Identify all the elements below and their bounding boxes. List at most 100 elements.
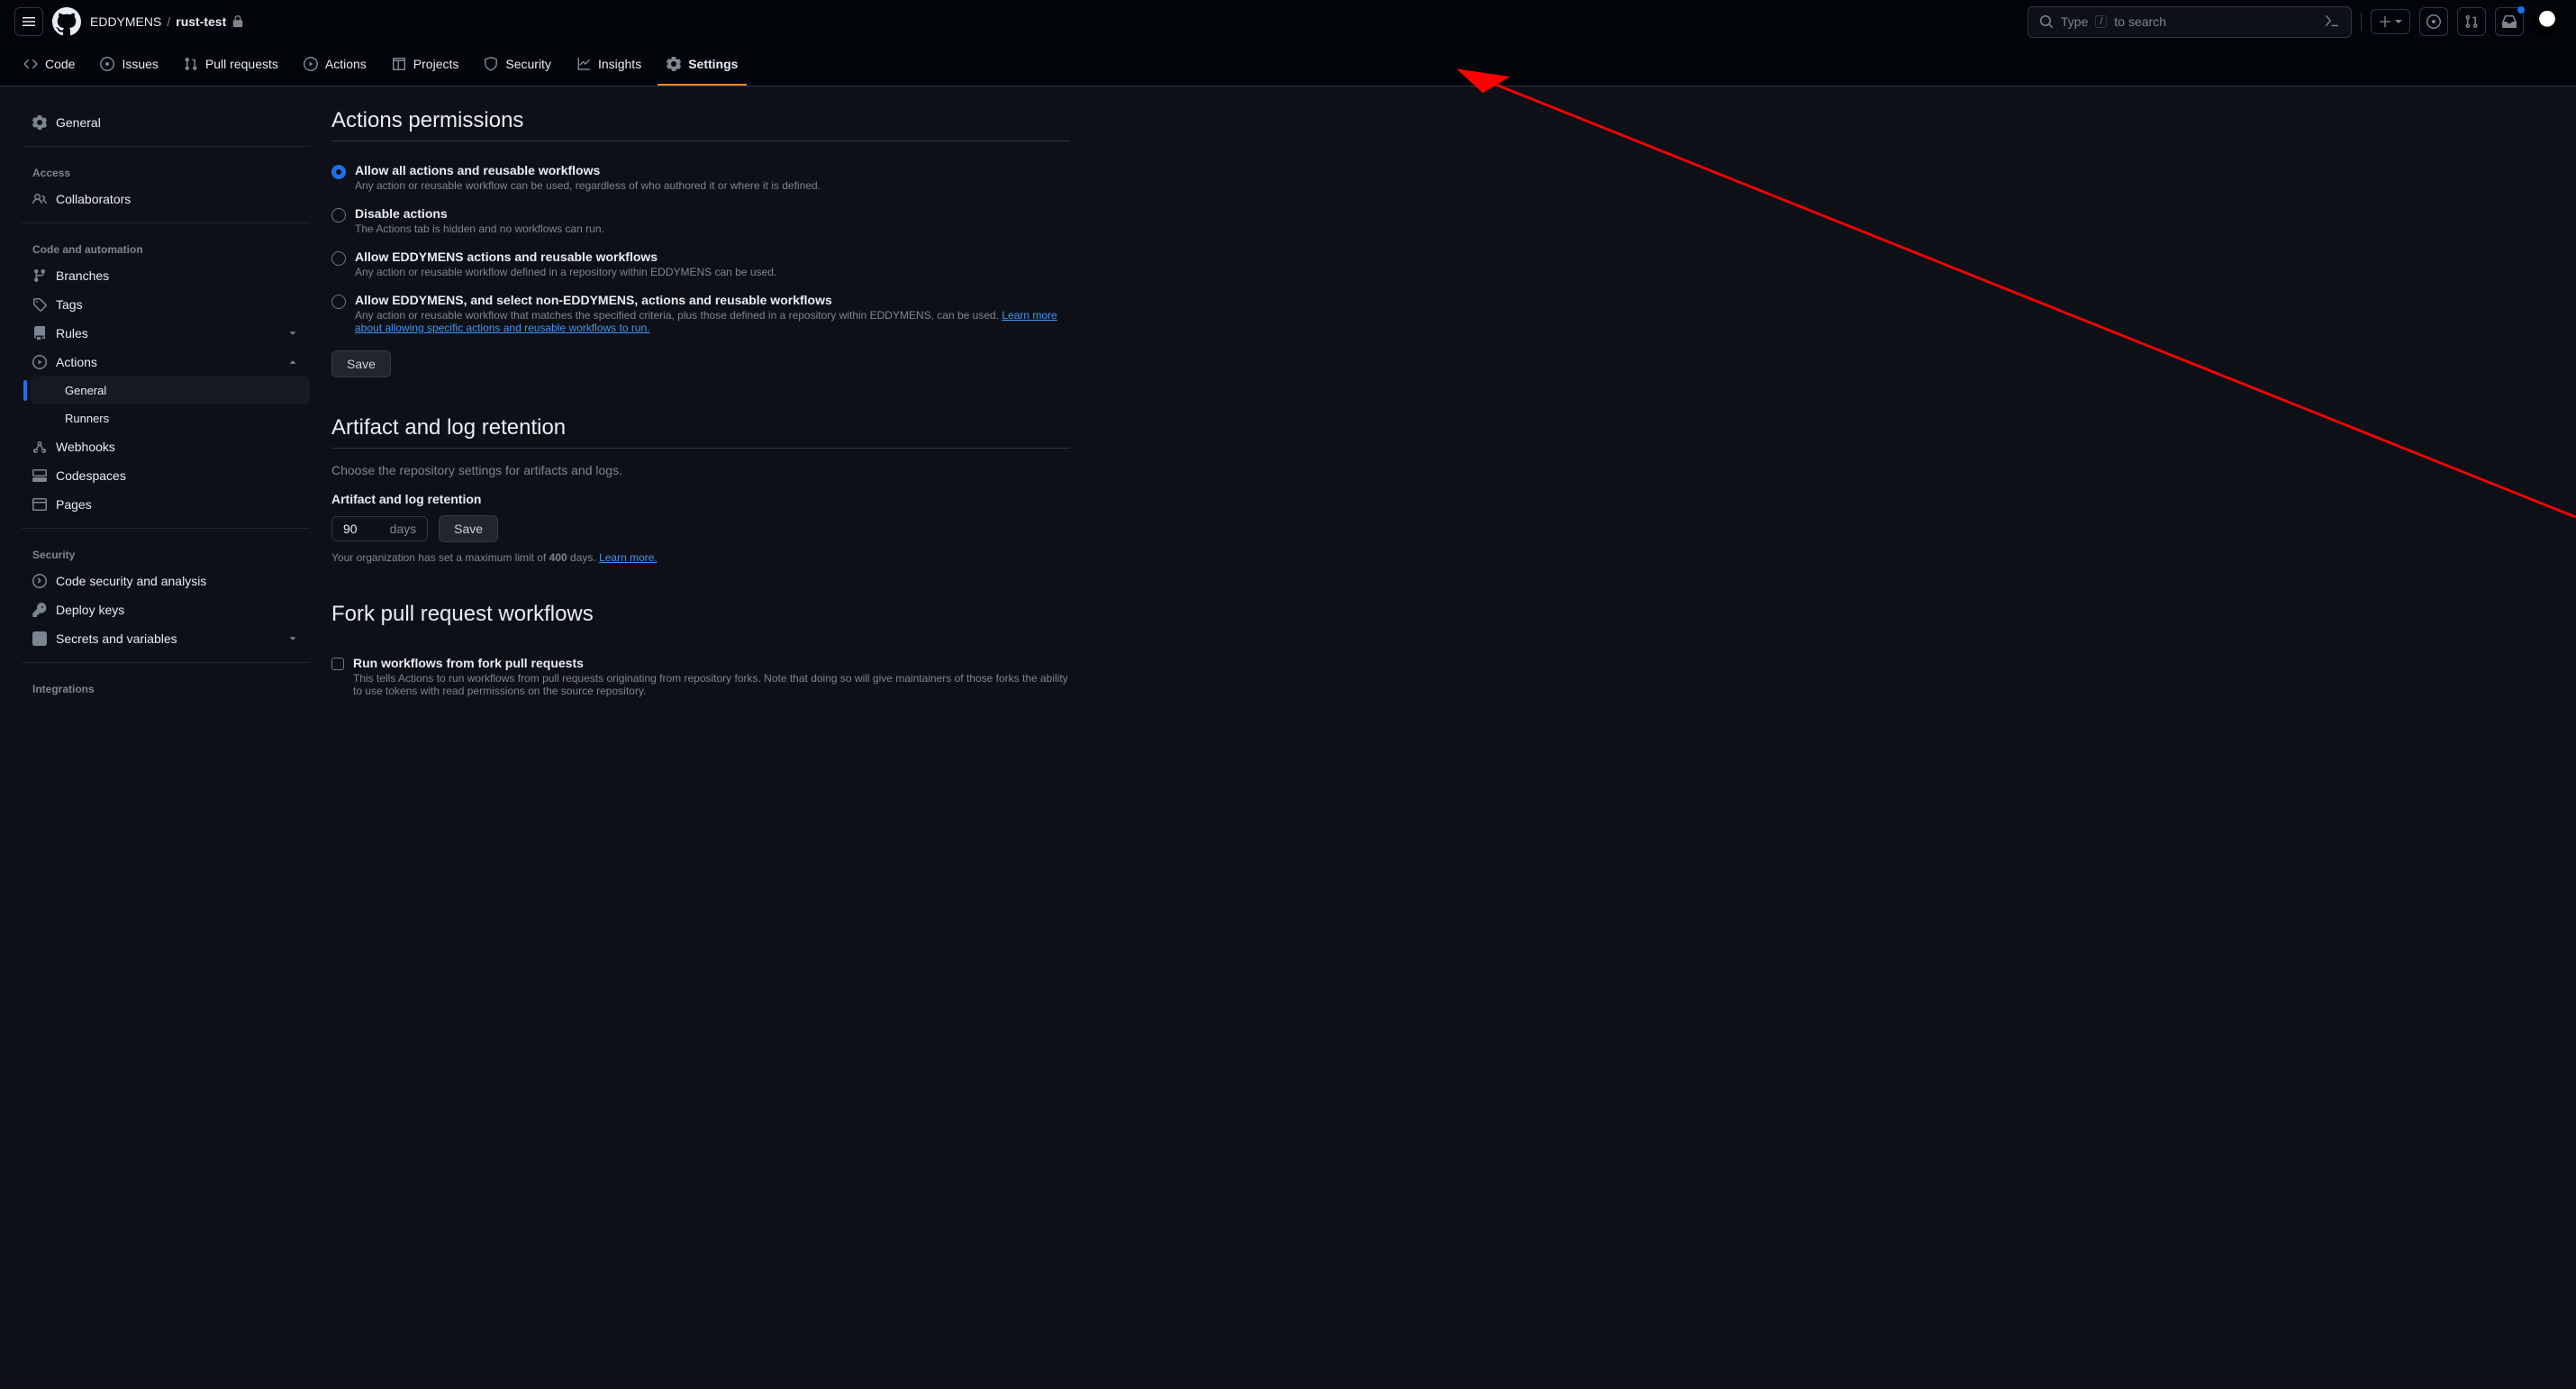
tab-code[interactable]: Code [14, 43, 84, 86]
tab-settsettings[interactable]: Settings [658, 43, 747, 86]
github-logo-icon[interactable] [52, 7, 81, 36]
retention-unit: days [390, 522, 417, 536]
sidebar-heading-code: Code and automation [22, 232, 310, 261]
notifications-button[interactable] [2495, 7, 2524, 36]
owner-link[interactable]: EDDYMENS [90, 14, 161, 29]
plus-icon [2379, 15, 2391, 28]
code-icon [23, 57, 38, 71]
radio-label: Allow EDDYMENS, and select non-EDDYMENS,… [355, 293, 1070, 307]
sidebar-item-rules[interactable]: Rules [22, 319, 310, 348]
tab-label: Security [505, 57, 551, 71]
repo-push-icon [32, 326, 47, 340]
sidebar-item-branches[interactable]: Branches [22, 261, 310, 290]
git-pull-request-icon [2464, 14, 2479, 29]
separator [2361, 13, 2362, 31]
radio-allow-select[interactable] [331, 295, 346, 309]
search-input[interactable]: Type / to search [2027, 6, 2352, 38]
tab-security[interactable]: Security [475, 43, 560, 86]
retention-days-input[interactable]: 90 days [331, 516, 428, 541]
hamburger-button[interactable] [14, 7, 43, 36]
sidebar-label: Code security and analysis [56, 574, 206, 588]
sidebar-item-tags[interactable]: Tags [22, 290, 310, 319]
radio-disable[interactable] [331, 208, 346, 222]
tab-issues[interactable]: Issues [91, 43, 167, 86]
sidebar-item-collaborators[interactable]: Collaborators [22, 185, 310, 213]
sidebar-label: Branches [56, 268, 109, 283]
radio-description: Any action or reusable workflow that mat… [355, 309, 1070, 334]
sidebar-item-secrets[interactable]: Secrets and variables [22, 624, 310, 653]
sidebar-label: General [56, 115, 101, 130]
radio-allow-owner[interactable] [331, 251, 346, 266]
gear-icon [32, 115, 47, 130]
sidebar-label: Webhooks [56, 440, 115, 454]
dropdown-caret-icon [2395, 18, 2402, 25]
sidebar-label: Deploy keys [56, 603, 124, 617]
key-icon [32, 603, 47, 617]
create-new-button[interactable] [2371, 9, 2410, 34]
chevron-up-icon [286, 356, 299, 368]
issues-button[interactable] [2419, 7, 2448, 36]
checkbox-run-fork-workflows[interactable] [331, 658, 344, 670]
tab-label: Pull requests [205, 57, 278, 71]
lock-icon [231, 15, 244, 28]
tag-icon [32, 297, 47, 312]
breadcrumb: EDDYMENS / rust-test [90, 14, 244, 29]
breadcrumb-separator: / [167, 14, 170, 29]
tab-projects[interactable]: Projects [383, 43, 468, 86]
repo-link[interactable]: rust-test [176, 14, 226, 29]
issue-opened-icon [100, 57, 114, 71]
sidebar-item-deploy-keys[interactable]: Deploy keys [22, 595, 310, 624]
checkbox-description: This tells Actions to run workflows from… [353, 672, 1070, 697]
save-retention-button[interactable]: Save [439, 515, 498, 542]
sidebar-item-actions-runners[interactable]: Runners [31, 404, 310, 432]
sidebar-label: Tags [56, 297, 83, 312]
sidebar-item-codespaces[interactable]: Codespaces [22, 461, 310, 490]
sidebar-heading-integrations: Integrations [22, 672, 310, 701]
search-icon [2039, 14, 2054, 29]
tab-label: Settings [688, 57, 738, 71]
sidebar-item-actions[interactable]: Actions [22, 348, 310, 377]
sidebar-item-webhooks[interactable]: Webhooks [22, 432, 310, 461]
radio-label: Allow all actions and reusable workflows [355, 163, 821, 177]
play-icon [304, 57, 318, 71]
tab-actions[interactable]: Actions [295, 43, 376, 86]
sidebar-item-general[interactable]: General [22, 108, 310, 137]
radio-description: Any action or reusable workflow can be u… [355, 179, 821, 192]
sidebar-item-actions-general[interactable]: General [31, 377, 310, 404]
sidebar-label: Secrets and variables [56, 631, 177, 646]
tab-label: Issues [122, 57, 158, 71]
retention-value: 90 [343, 522, 358, 536]
search-kbd: / [2095, 15, 2107, 28]
sidebar-item-pages[interactable]: Pages [22, 490, 310, 519]
sidebar-heading-security: Security [22, 538, 310, 567]
save-permissions-button[interactable]: Save [331, 350, 391, 377]
chevron-down-icon [286, 327, 299, 340]
tab-label: Code [45, 57, 75, 71]
radio-label: Allow EDDYMENS actions and reusable work… [355, 250, 776, 264]
learn-more-retention-link[interactable]: Learn more. [599, 551, 658, 564]
radio-allow-all[interactable] [331, 165, 346, 179]
retention-hint: Your organization has set a maximum limi… [331, 551, 1070, 564]
sidebar-heading-access: Access [22, 156, 310, 185]
tab-pull-requests[interactable]: Pull requests [175, 43, 287, 86]
avatar[interactable] [2533, 7, 2562, 36]
chevron-down-icon [286, 632, 299, 645]
sidebar-item-code-security[interactable]: Code security and analysis [22, 567, 310, 595]
tab-label: Actions [325, 57, 367, 71]
key-asterisk-icon [32, 631, 47, 646]
retention-description: Choose the repository settings for artif… [331, 463, 1070, 477]
gear-icon [667, 57, 681, 71]
sidebar-label: Codespaces [56, 468, 126, 483]
tab-insights[interactable]: Insights [567, 43, 650, 86]
webhook-icon [32, 440, 47, 454]
command-palette-icon [2324, 13, 2340, 32]
sidebar-label: Pages [56, 497, 92, 512]
graph-icon [576, 57, 591, 71]
retention-field-label: Artifact and log retention [331, 492, 1070, 506]
search-placeholder-prefix: Type [2061, 14, 2088, 29]
tab-label: Projects [413, 57, 459, 71]
shield-icon [484, 57, 498, 71]
checkbox-label: Run workflows from fork pull requests [353, 656, 1070, 670]
heading-retention: Artifact and log retention [331, 415, 1070, 449]
pull-requests-button[interactable] [2457, 7, 2486, 36]
